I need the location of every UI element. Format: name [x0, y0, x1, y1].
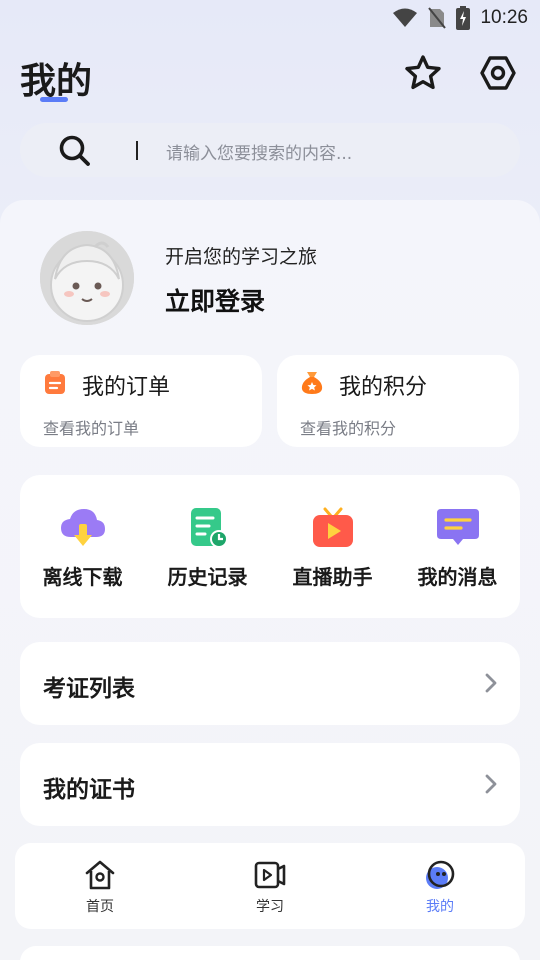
live-tv-icon — [313, 507, 353, 547]
settings-button[interactable] — [477, 52, 519, 94]
login-link[interactable]: 立即登录 — [165, 282, 265, 318]
status-time: 10:26 — [480, 7, 528, 28]
tab-label: 首页 — [86, 899, 114, 915]
exam-list-row[interactable]: 考证列表 — [20, 642, 520, 725]
search-icon — [59, 135, 90, 166]
row-label: 我的证书 — [43, 777, 135, 803]
status-icons: 10:26 — [392, 4, 528, 32]
profile-subtitle: 开启您的学习之旅 — [165, 246, 318, 268]
grid-label: 历史记录 — [167, 565, 248, 589]
search-caret — [136, 141, 138, 160]
avatar-illustration — [40, 231, 134, 325]
coin-bag-icon — [301, 372, 323, 394]
settings-icon — [480, 56, 516, 90]
history-doc-icon — [191, 508, 228, 548]
grid-item-history[interactable]: 历史记录 — [145, 475, 270, 618]
orders-card[interactable]: 我的订单 查看我的订单 — [20, 355, 262, 447]
bottom-tab-bar: 首页 学习 我的 — [15, 843, 525, 929]
grid-label: 我的消息 — [417, 565, 498, 589]
tools-grid: 离线下载 历史记录 直播助手 我的消息 — [20, 475, 520, 618]
points-card[interactable]: 我的积分 查看我的积分 — [277, 355, 519, 447]
home-icon — [85, 860, 115, 890]
grid-label: 离线下载 — [42, 565, 123, 589]
status-bar: 10:26 — [0, 0, 540, 36]
points-title: 我的积分 — [339, 375, 428, 400]
page-header: 我的 — [0, 48, 540, 108]
tab-mine[interactable]: 我的 — [355, 843, 525, 929]
my-certificates-row[interactable]: 我的证书 — [20, 743, 520, 826]
chevron-right-icon — [485, 673, 497, 693]
grid-label: 直播助手 — [292, 565, 373, 589]
tab-label: 我的 — [426, 899, 454, 915]
bottom-card-peek — [20, 946, 520, 960]
mine-icon — [426, 860, 455, 889]
avatar[interactable] — [40, 231, 134, 325]
star-icon — [405, 55, 441, 90]
tab-study[interactable]: 学习 — [185, 843, 355, 929]
cloud-download-icon — [61, 509, 105, 546]
message-icon — [437, 509, 479, 545]
chevron-right-icon — [485, 774, 497, 794]
points-subtitle: 查看我的积分 — [300, 419, 397, 438]
search-bar[interactable]: 请输入您要搜索的内容... — [20, 123, 520, 177]
wifi-icon — [393, 8, 418, 27]
battery-charging-icon — [456, 6, 471, 30]
grid-item-offline-download[interactable]: 离线下载 — [20, 475, 145, 618]
video-icon — [254, 861, 286, 889]
tab-label: 学习 — [256, 899, 284, 915]
row-label: 考证列表 — [43, 676, 135, 702]
grid-item-live-assistant[interactable]: 直播助手 — [270, 475, 395, 618]
clipboard-icon — [45, 371, 65, 394]
orders-subtitle: 查看我的订单 — [43, 419, 140, 438]
favorites-button[interactable] — [402, 52, 444, 94]
title-underline — [40, 97, 68, 102]
orders-title: 我的订单 — [82, 375, 171, 400]
tab-home[interactable]: 首页 — [15, 843, 185, 929]
no-sim-icon — [428, 7, 447, 29]
grid-item-messages[interactable]: 我的消息 — [395, 475, 520, 618]
search-input[interactable]: 请输入您要搜索的内容... — [166, 139, 352, 164]
